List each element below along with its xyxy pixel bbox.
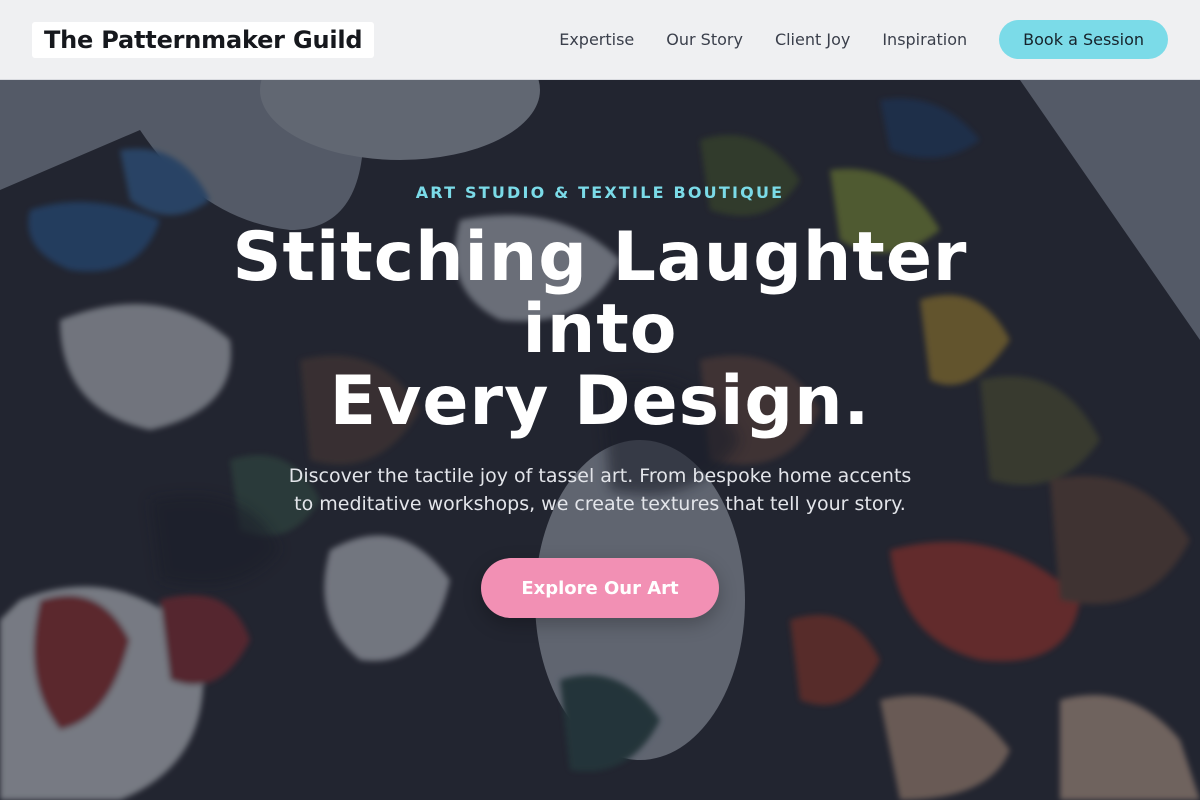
- subtext-line-2: to meditative workshops, we create textu…: [294, 493, 906, 515]
- book-session-button[interactable]: Book a Session: [999, 20, 1168, 59]
- nav-link-our-story[interactable]: Our Story: [666, 30, 743, 49]
- subtext-line-1: Discover the tactile joy of tassel art. …: [288, 465, 912, 487]
- main-nav: Expertise Our Story Client Joy Inspirati…: [559, 20, 1168, 59]
- explore-art-button[interactable]: Explore Our Art: [481, 558, 719, 618]
- site-header: The Patternmaker Guild Expertise Our Sto…: [0, 0, 1200, 80]
- nav-link-expertise[interactable]: Expertise: [559, 30, 634, 49]
- hero-section: ART STUDIO & TEXTILE BOUTIQUE Stitching …: [0, 80, 1200, 800]
- hero-subtext: Discover the tactile joy of tassel art. …: [260, 462, 940, 518]
- headline-line-2: into: [522, 290, 678, 369]
- hero-eyebrow: ART STUDIO & TEXTILE BOUTIQUE: [415, 183, 785, 202]
- nav-link-inspiration[interactable]: Inspiration: [882, 30, 967, 49]
- hero-headline: Stitching Laughter into Every Design.: [200, 222, 1000, 438]
- headline-line-3: Every Design.: [329, 362, 871, 441]
- brand-logo[interactable]: The Patternmaker Guild: [32, 21, 375, 58]
- nav-link-client-joy[interactable]: Client Joy: [775, 30, 850, 49]
- headline-line-1: Stitching Laughter: [232, 218, 968, 297]
